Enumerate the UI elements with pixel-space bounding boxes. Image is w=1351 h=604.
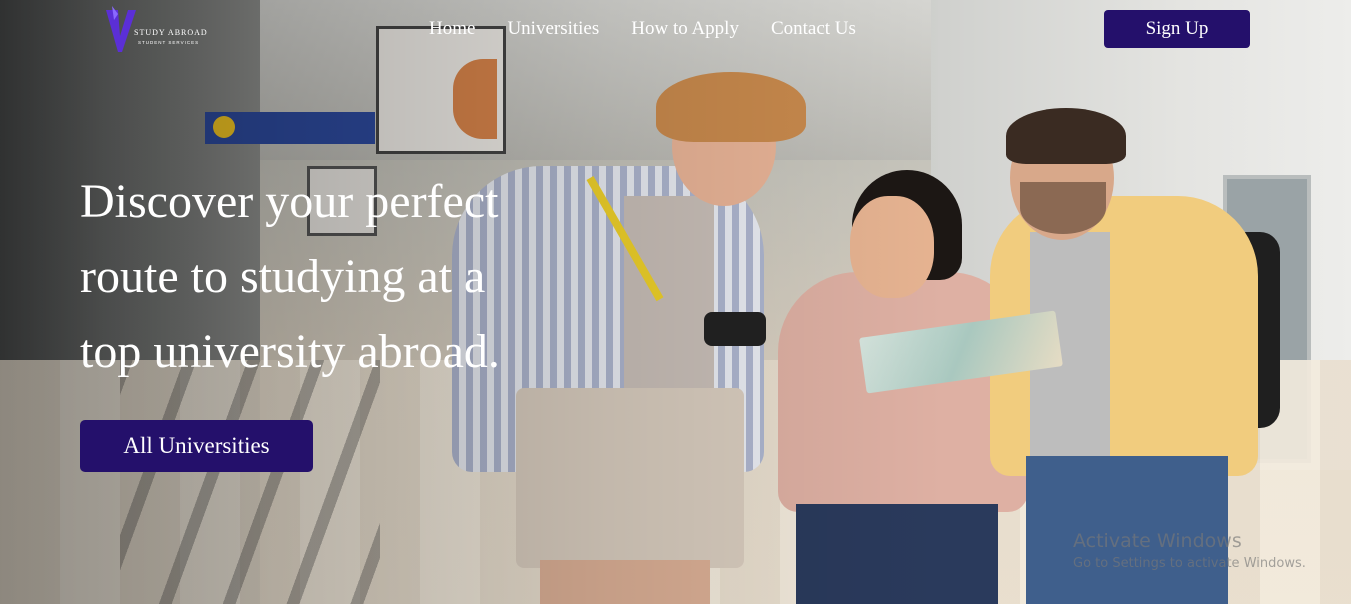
activate-windows-title: Activate Windows bbox=[1073, 530, 1242, 552]
all-universities-button[interactable]: All Universities bbox=[80, 420, 313, 472]
nav-home-link[interactable]: Home bbox=[429, 18, 475, 40]
site-logo[interactable]: STUDY ABROAD STUDENT SERVICES bbox=[104, 6, 224, 54]
logo-text: STUDY ABROAD bbox=[134, 28, 208, 37]
hero-headline: Discover your perfect route to studying … bbox=[80, 175, 500, 378]
logo-v-icon bbox=[106, 6, 136, 52]
logo-subtext: STUDENT SERVICES bbox=[138, 40, 200, 45]
nav-how-to-apply-link[interactable]: How to Apply bbox=[631, 18, 739, 40]
main-nav: Home Universities How to Apply Contact U… bbox=[429, 18, 888, 40]
activate-windows-watermark: Activate Windows Go to Settings to activ… bbox=[1073, 530, 1306, 571]
sign-up-button[interactable]: Sign Up bbox=[1104, 10, 1250, 48]
nav-universities-link[interactable]: Universities bbox=[507, 18, 599, 40]
nav-contact-link[interactable]: Contact Us bbox=[771, 18, 856, 40]
activate-windows-subtitle: Go to Settings to activate Windows. bbox=[1073, 556, 1306, 571]
